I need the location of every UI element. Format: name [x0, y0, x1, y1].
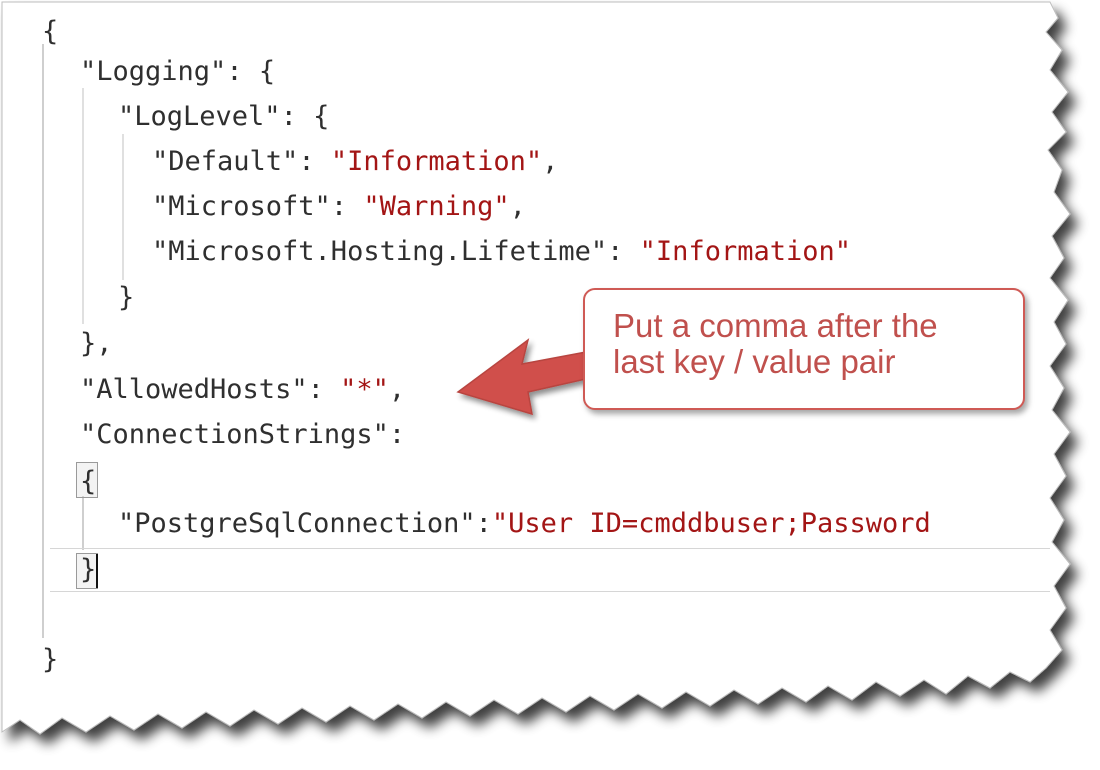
callout-text-line-1: Put a comma after the	[613, 307, 938, 344]
indent-guide-loglevel	[122, 134, 124, 280]
code-line[interactable]: }	[42, 642, 58, 678]
json-punctuation: :	[298, 146, 331, 177]
code-line[interactable]: "Default": "Information",	[152, 144, 558, 180]
json-key: "AllowedHosts"	[80, 374, 308, 405]
json-punctuation: :	[307, 374, 341, 405]
json-string-value: "Information"	[330, 146, 543, 177]
screenshot-stage: {"Logging": {"LogLevel": {"Default": "In…	[0, 0, 1100, 770]
code-line[interactable]: "Logging": {	[80, 54, 275, 90]
json-punctuation: ,	[542, 146, 559, 177]
json-punctuation: {	[42, 16, 59, 47]
json-punctuation: }	[80, 554, 97, 585]
code-line[interactable]: {	[42, 14, 58, 50]
code-line[interactable]: "AllowedHosts": "*",	[80, 372, 405, 408]
json-key: "Default"	[152, 146, 299, 177]
json-punctuation: :	[607, 236, 640, 267]
json-punctuation: }	[118, 282, 135, 313]
json-string-value: "Information"	[639, 236, 851, 267]
json-punctuation: :	[330, 191, 364, 222]
json-punctuation: :	[475, 508, 492, 539]
json-punctuation: },	[80, 328, 113, 359]
json-punctuation: : {	[280, 101, 330, 132]
json-punctuation: {	[80, 466, 97, 497]
code-line[interactable]: "PostgreSqlConnection":"User ID=cmddbuse…	[118, 506, 931, 542]
json-key: "Logging"	[80, 56, 227, 87]
json-key: "PostgreSqlConnection"	[118, 508, 476, 539]
json-string-value: "User ID=cmddbuser;Password	[491, 508, 931, 539]
callout-text-line-2: last key / value pair	[613, 343, 896, 380]
json-key: "Microsoft"	[152, 191, 331, 222]
code-line[interactable]: {	[80, 464, 96, 500]
json-punctuation: }	[42, 644, 59, 675]
json-punctuation: : {	[226, 56, 276, 87]
json-punctuation: ,	[388, 374, 406, 405]
code-line[interactable]: "LogLevel": {	[118, 99, 329, 135]
indent-guide-connectionstrings	[82, 496, 84, 550]
callout-box: Put a comma after the last key / value p…	[583, 288, 1025, 410]
json-key: "LogLevel"	[118, 101, 281, 132]
json-key: "ConnectionStrings"	[80, 419, 389, 450]
code-line[interactable]: },	[80, 326, 113, 362]
json-punctuation: ,	[509, 191, 526, 222]
code-line[interactable]: "Microsoft.Hosting.Lifetime": "Informati…	[152, 234, 851, 270]
code-line[interactable]: }	[80, 552, 96, 588]
code-line[interactable]: "ConnectionStrings":	[80, 417, 405, 453]
json-key: "Microsoft.Hosting.Lifetime"	[152, 236, 608, 267]
code-line[interactable]: }	[118, 280, 134, 316]
json-string-value: "Warning"	[363, 191, 510, 222]
indent-guide-root	[42, 44, 44, 638]
json-punctuation: :	[388, 419, 406, 450]
current-line-highlight	[50, 548, 1050, 592]
indent-guide-logging	[82, 88, 84, 324]
code-line[interactable]: "Microsoft": "Warning",	[152, 189, 526, 225]
json-string-value: "*"	[340, 374, 389, 405]
text-cursor	[96, 554, 98, 588]
